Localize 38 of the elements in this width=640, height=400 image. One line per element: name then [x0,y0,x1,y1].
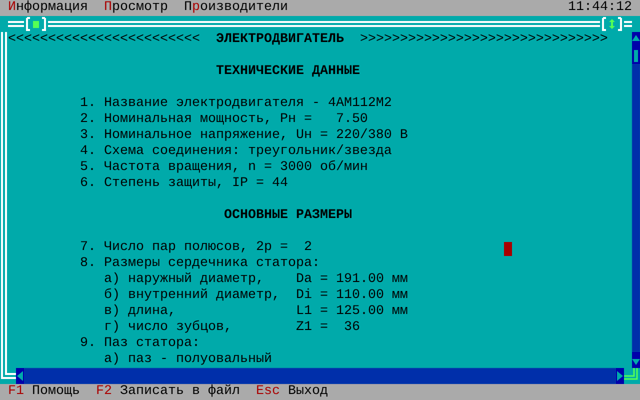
window-border [8,21,24,27]
section-heading: ТЕХНИЧЕСКИЕ ДАННЫЕ [216,64,360,80]
menu-item[interactable]: Информация [8,0,88,16]
list-item-text: 5. Частота вращения, n = 3000 об/мин [80,160,368,176]
list-item-text: б) внутренний диаметр, Di = 110.00 мм [104,288,408,304]
list-item-text: а) паз - полуовальный [104,352,272,368]
section-heading: ОСНОВНЫЕ РАЗМЕРЫ [224,208,352,224]
scroll-thumb[interactable] [632,48,640,64]
shortcut-command[interactable]: F1 Помощь [8,384,80,400]
window-title: ЭЛЕКТРОДВИГАТЕЛЬ [216,32,344,48]
list-item-text: 7. Число пар полюсов, 2p = 2 [80,240,312,256]
list-item-text: в) длина, L1 = 125.00 мм [104,304,408,320]
vertical-scrollbar[interactable] [632,32,640,368]
text-cursor [504,242,512,256]
list-item-text: а) наружный диаметр, Da = 191.00 мм [104,272,408,288]
shortcut-command[interactable]: Esc Выход [256,384,328,400]
list-item-text: г) число зубцов, Z1 = 36 [104,320,360,336]
shortcut-command[interactable]: F2 Записать в файл [96,384,240,400]
menu-item[interactable]: Просмотр [104,0,168,16]
window-border [624,21,632,27]
maximize-button[interactable] [600,16,624,32]
header-arrows: >>>>>>>>>>>>>>>>>>>>>>>>>>>>>>> [360,32,608,48]
menu-item[interactable]: Производители [184,0,288,16]
list-item-text: 3. Номинальное напряжение, Uн = 220/380 В [80,128,408,144]
list-item-text: 4. Схема соединения: треугольник/звезда [80,144,392,160]
horizontal-scrollbar[interactable] [16,368,624,384]
scroll-down-icon[interactable] [632,352,640,368]
list-item-text: 8. Размеры сердечника статора: [80,256,320,272]
header-arrows: <<<<<<<<<<<<<<<<<<<<<<<< [8,32,200,48]
list-item-text: 9. Паз статора: [80,336,200,352]
scroll-left-icon[interactable] [16,368,24,384]
close-button[interactable] [24,16,48,32]
scroll-right-icon[interactable] [616,368,624,384]
list-item-text: 6. Степень защиты, IP = 44 [80,176,288,192]
list-item-text: 2. Номинальная мощность, Pн = 7.50 [80,112,368,128]
clock: 11:44:12 [568,0,632,16]
list-item-text: 1. Название электродвигателя - 4АМ112М2 [80,96,392,112]
scroll-up-icon[interactable] [632,32,640,48]
